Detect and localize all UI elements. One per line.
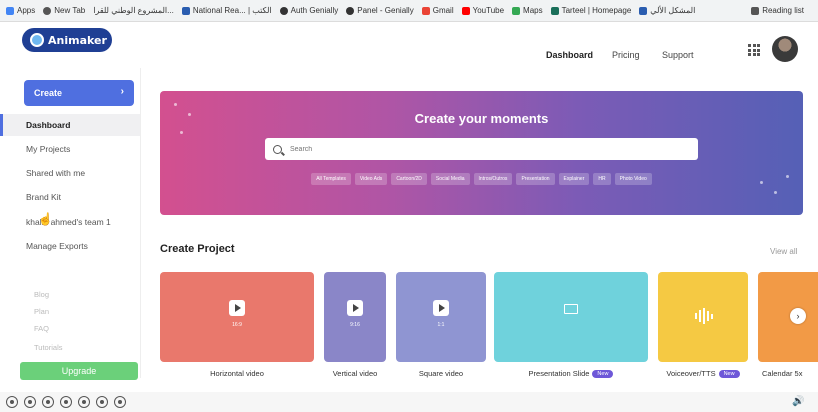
gmail-icon	[421, 6, 430, 15]
sidebar: Create › Dashboard My Projects Shared wi…	[0, 68, 140, 378]
sidebar-link-faq[interactable]: FAQ	[34, 324, 49, 333]
sidebar-item-manage-exports[interactable]: Manage Exports	[0, 235, 140, 257]
sidebar-item-my-projects[interactable]: My Projects	[0, 138, 140, 160]
play-icon[interactable]	[24, 396, 36, 408]
sidebar-link-blog[interactable]: Blog	[34, 290, 49, 299]
search-icon	[273, 144, 282, 154]
reading-list-icon	[751, 6, 760, 15]
logo-text: Animaker	[48, 33, 107, 47]
bookmark-national-reading[interactable]: National Rea... | الكتب	[181, 6, 272, 15]
tarteel-icon	[550, 6, 559, 15]
chip-intros-outros[interactable]: Intros/Outros	[473, 173, 513, 185]
app-header: Animaker Dashboard Pricing Support	[0, 22, 818, 68]
new-badge: New	[718, 370, 740, 379]
apps-grid-icon[interactable]	[748, 44, 760, 56]
genially-icon	[346, 6, 355, 15]
settings-icon[interactable]	[114, 396, 126, 408]
chip-social-media[interactable]: Social Media	[430, 173, 470, 185]
sidebar-link-tutorials[interactable]: Tutorials	[34, 343, 62, 352]
nav-dashboard[interactable]: Dashboard	[546, 50, 593, 60]
chip-cartoon[interactable]: Cartoon/2D	[391, 173, 427, 185]
play-icon	[347, 300, 363, 316]
bookmarks-bar: Apps New Tab المشروع الوطني للقرا... Nat…	[0, 0, 818, 22]
view-all-link[interactable]: View all	[770, 247, 797, 256]
card-label-horizontal: Horizontal video	[210, 369, 264, 378]
presentation-icon	[564, 304, 578, 314]
mouse-cursor-icon: ☝	[38, 212, 53, 226]
reading-list[interactable]: Reading list	[751, 6, 804, 15]
chevron-right-icon: ›	[120, 86, 124, 97]
card-label-square: Square video	[418, 369, 464, 378]
bookmark-icon	[639, 6, 648, 15]
sidebar-divider	[140, 68, 141, 378]
animaker-logo[interactable]: Animaker	[22, 28, 112, 52]
bookmark-gmail[interactable]: Gmail	[421, 6, 454, 15]
card-label-vertical: Vertical video	[332, 369, 378, 378]
bookmark-arabic[interactable]: المشكل الألي	[639, 6, 695, 15]
bookmark-auth-genially[interactable]: Auth Genially	[279, 6, 338, 15]
chip-explainer[interactable]: Explainer	[558, 173, 590, 185]
audio-wave-icon	[695, 308, 713, 324]
sidebar-item-shared[interactable]: Shared with me	[0, 162, 140, 184]
search-input[interactable]	[290, 145, 670, 153]
bookmark-new-tab[interactable]: New Tab	[43, 6, 85, 15]
pause-icon[interactable]	[42, 396, 54, 408]
sidebar-item-dashboard[interactable]: Dashboard	[0, 114, 140, 136]
create-button[interactable]: Create ›	[24, 80, 134, 106]
globe-icon	[43, 6, 52, 15]
chip-photo-video[interactable]: Photo Video	[614, 173, 652, 185]
sidebar-item-team[interactable]: khalid ahmed's team 1	[0, 211, 140, 233]
logo-mascot-icon	[30, 33, 44, 47]
upgrade-button[interactable]: Upgrade	[20, 362, 138, 380]
chip-video-ads[interactable]: Video Ads	[354, 173, 388, 185]
create-project-title: Create Project	[160, 243, 235, 255]
category-chips: All Templates Video Ads Cartoon/2D Socia…	[160, 173, 803, 185]
bookmark-apps[interactable]: Apps	[6, 6, 35, 15]
chip-hr[interactable]: HR	[593, 173, 611, 185]
genially-icon	[279, 6, 288, 15]
card-square-video[interactable]: 1:1	[396, 272, 486, 362]
new-badge: New	[592, 370, 614, 379]
user-avatar[interactable]	[772, 36, 798, 62]
nav-pricing[interactable]: Pricing	[612, 50, 640, 60]
card-label-presentation: Presentation Slide New	[494, 369, 648, 379]
hero-title: Create your moments	[414, 111, 549, 126]
card-vertical-video[interactable]: 9:16	[324, 272, 386, 362]
player-controls-bar: 🔊	[0, 392, 818, 412]
play-icon	[433, 300, 449, 316]
card-horizontal-video[interactable]: 16:9	[160, 272, 314, 362]
chip-presentation[interactable]: Presentation	[516, 173, 555, 185]
hero-banner: Create your moments All Templates Video …	[160, 91, 803, 215]
record-icon[interactable]	[96, 396, 108, 408]
bookmark-youtube[interactable]: YouTube	[461, 6, 504, 15]
apps-icon	[6, 6, 14, 15]
card-label-voiceover: Voiceover/TTS New	[658, 369, 748, 379]
maps-icon	[512, 6, 521, 15]
template-search[interactable]	[265, 138, 698, 160]
nav-support[interactable]: Support	[662, 50, 694, 60]
stop-icon[interactable]	[60, 396, 72, 408]
sidebar-link-plan[interactable]: Plan	[34, 307, 49, 316]
youtube-icon	[461, 6, 470, 15]
card-voiceover-tts[interactable]	[658, 272, 748, 362]
card-presentation-slide[interactable]	[494, 272, 648, 362]
chip-all-templates[interactable]: All Templates	[311, 173, 351, 185]
bookmark-maps[interactable]: Maps	[512, 6, 543, 15]
volume-icon[interactable]: 🔊	[792, 396, 804, 407]
sidebar-item-brand-kit[interactable]: Brand Kit	[0, 186, 140, 208]
chevron-right-icon[interactable]: ›	[790, 308, 806, 324]
bookmark-panel-genially[interactable]: Panel - Genially	[346, 6, 414, 15]
card-label-calendar: Calendar 5x	[762, 369, 803, 378]
rewind-icon[interactable]	[6, 396, 18, 408]
play-icon	[229, 300, 245, 316]
bookmark-reading-project[interactable]: المشروع الوطني للقرا...	[93, 6, 174, 15]
forward-icon[interactable]	[78, 396, 90, 408]
book-icon	[181, 6, 190, 15]
card-calendar[interactable]	[758, 272, 818, 362]
bookmark-tarteel[interactable]: Tarteel | Homepage	[550, 6, 631, 15]
